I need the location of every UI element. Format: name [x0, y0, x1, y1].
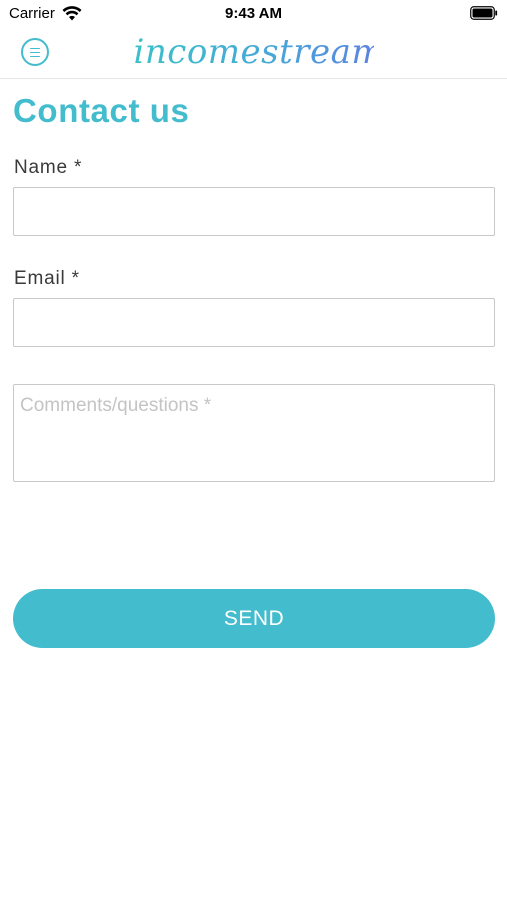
menu-button[interactable] — [21, 38, 49, 66]
nav-bar: incomestreams — [0, 28, 507, 79]
name-input[interactable] — [13, 187, 495, 236]
hamburger-menu-icon-line — [30, 51, 40, 54]
battery-icon — [470, 6, 498, 20]
email-label: Email * — [14, 268, 80, 289]
app-logo: incomestreams — [133, 32, 403, 72]
email-input[interactable] — [13, 298, 495, 347]
send-button[interactable]: SEND — [13, 589, 495, 648]
page-title: Contact us — [13, 92, 190, 129]
status-bar: Carrier 9:43 AM — [0, 0, 507, 28]
clock: 9:43 AM — [225, 5, 282, 22]
hamburger-menu-icon-line — [30, 55, 40, 58]
comments-textarea[interactable] — [13, 384, 495, 482]
hamburger-menu-icon-line — [30, 47, 40, 50]
contact-screen: Carrier 9:43 AM incomestreams Contact us… — [0, 0, 507, 900]
name-label: Name * — [14, 157, 83, 178]
